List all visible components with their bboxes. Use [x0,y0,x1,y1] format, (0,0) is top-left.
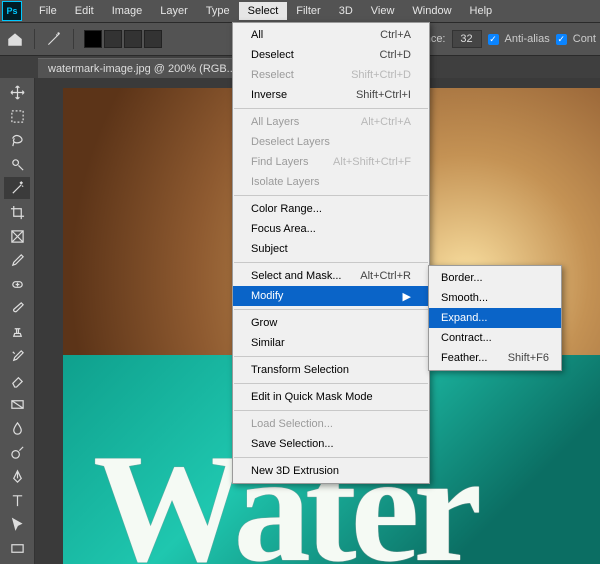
menu-item-color-range[interactable]: Color Range... [233,199,429,219]
contiguous-label: Cont [573,33,596,45]
divider [73,29,74,49]
tools-panel [0,78,35,564]
menu-file[interactable]: File [30,2,66,20]
shortcut-label: Shift+Ctrl+I [356,89,411,101]
path-select-tool[interactable] [4,513,30,535]
menu-layer[interactable]: Layer [151,2,197,20]
menu-image[interactable]: Image [103,2,152,20]
lasso-tool[interactable] [4,129,30,151]
menubar: Ps File Edit Image Layer Type Select Fil… [0,0,600,23]
menu-item-grow[interactable]: Grow [233,313,429,333]
shortcut-label: Alt+Shift+Ctrl+F [333,156,411,168]
menu-3d[interactable]: 3D [330,2,362,20]
divider [34,29,35,49]
menu-separator [234,383,428,384]
menu-window[interactable]: Window [403,2,460,20]
home-icon[interactable] [6,30,24,48]
wand-tool-icon[interactable] [45,30,63,48]
menu-item-subject[interactable]: Subject [233,239,429,259]
healing-brush-tool[interactable] [4,273,30,295]
document-tab[interactable]: watermark-image.jpg @ 200% (RGB... [38,58,246,79]
menu-item-inverse[interactable]: InverseShift+Ctrl+I [233,85,429,105]
shortcut-label: Shift+F6 [508,352,549,364]
menu-item-edit-in-quick-mask-mode[interactable]: Edit in Quick Mask Mode [233,387,429,407]
move-tool[interactable] [4,81,30,103]
contiguous-checkbox[interactable]: ✓ [556,34,567,45]
menu-item-reselect: ReselectShift+Ctrl+D [233,65,429,85]
menu-separator [234,108,428,109]
menu-separator [234,262,428,263]
menu-type[interactable]: Type [197,2,239,20]
menu-item-similar[interactable]: Similar [233,333,429,353]
menu-view[interactable]: View [362,2,404,20]
submenu-item-feather[interactable]: Feather...Shift+F6 [429,348,561,368]
subtract-selection-icon[interactable] [124,30,142,48]
menu-item-load-selection: Load Selection... [233,414,429,434]
clone-stamp-tool[interactable] [4,321,30,343]
shortcut-label: Alt+Ctrl+A [361,116,411,128]
submenu-item-contract[interactable]: Contract... [429,328,561,348]
submenu-item-border[interactable]: Border... [429,268,561,288]
frame-tool[interactable] [4,225,30,247]
shortcut-label: Ctrl+D [380,49,411,61]
menu-item-transform-selection[interactable]: Transform Selection [233,360,429,380]
menu-item-isolate-layers: Isolate Layers [233,172,429,192]
submenu-item-smooth[interactable]: Smooth... [429,288,561,308]
gradient-tool[interactable] [4,393,30,415]
menu-item-deselect-layers: Deselect Layers [233,132,429,152]
menu-item-all[interactable]: AllCtrl+A [233,25,429,45]
menu-edit[interactable]: Edit [66,2,103,20]
menu-filter[interactable]: Filter [287,2,329,20]
intersect-selection-icon[interactable] [144,30,162,48]
eyedropper-tool[interactable] [4,249,30,271]
quick-select-tool[interactable] [4,153,30,175]
antialias-label: Anti-alias [505,33,550,45]
menu-item-deselect[interactable]: DeselectCtrl+D [233,45,429,65]
type-tool[interactable] [4,489,30,511]
submenu-arrow-icon: ▶ [403,290,411,303]
menu-separator [234,457,428,458]
menu-item-modify[interactable]: Modify▶ [233,286,429,306]
menu-item-select-and-mask[interactable]: Select and Mask...Alt+Ctrl+R [233,266,429,286]
pen-tool[interactable] [4,465,30,487]
shortcut-label: Shift+Ctrl+D [351,69,411,81]
brush-tool[interactable] [4,297,30,319]
marquee-tool[interactable] [4,105,30,127]
menu-separator [234,195,428,196]
modify-submenu: Border...Smooth...Expand...Contract...Fe… [428,265,562,371]
shortcut-label: Alt+Ctrl+R [360,270,411,282]
menu-separator [234,356,428,357]
menu-item-new-3d-extrusion[interactable]: New 3D Extrusion [233,461,429,481]
tolerance-field[interactable]: 32 [452,30,482,48]
menu-item-all-layers: All LayersAlt+Ctrl+A [233,112,429,132]
submenu-item-expand[interactable]: Expand... [429,308,561,328]
menu-select[interactable]: Select [239,2,288,20]
rectangle-tool[interactable] [4,537,30,559]
menu-item-save-selection[interactable]: Save Selection... [233,434,429,454]
menu-item-focus-area[interactable]: Focus Area... [233,219,429,239]
app-root: Ps File Edit Image Layer Type Select Fil… [0,0,600,564]
magic-wand-tool[interactable] [4,177,30,199]
menu-separator [234,410,428,411]
antialias-checkbox[interactable]: ✓ [488,34,499,45]
new-selection-icon[interactable] [84,30,102,48]
app-icon: Ps [2,1,22,21]
selection-mode-swatches [84,30,162,48]
menu-separator [234,309,428,310]
shortcut-label: Ctrl+A [380,29,411,41]
eraser-tool[interactable] [4,369,30,391]
crop-tool[interactable] [4,201,30,223]
menu-item-find-layers: Find LayersAlt+Shift+Ctrl+F [233,152,429,172]
blur-tool[interactable] [4,417,30,439]
menu-help[interactable]: Help [461,2,502,20]
select-menu-dropdown: AllCtrl+ADeselectCtrl+DReselectShift+Ctr… [232,22,430,484]
history-brush-tool[interactable] [4,345,30,367]
add-selection-icon[interactable] [104,30,122,48]
dodge-tool[interactable] [4,441,30,463]
